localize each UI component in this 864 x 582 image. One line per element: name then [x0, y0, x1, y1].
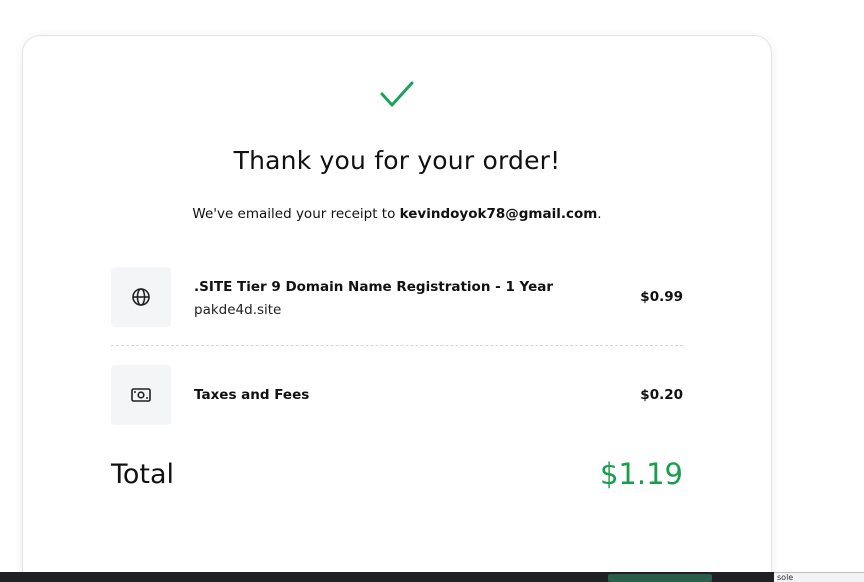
- page-title: Thank you for your order!: [233, 146, 561, 175]
- taskbar: [0, 572, 774, 582]
- item-icon-box: [111, 365, 171, 425]
- devtools-console-tab[interactable]: sole: [774, 572, 864, 582]
- item-title: .SITE Tier 9 Domain Name Registration - …: [194, 279, 553, 295]
- money-icon: [131, 388, 151, 402]
- receipt-email-prefix: We've emailed your receipt to: [192, 206, 400, 222]
- item-price: $0.99: [640, 289, 683, 305]
- divider: [111, 345, 683, 346]
- receipt-email-address: kevindoyok78@gmail.com: [399, 206, 598, 222]
- total-value: $1.19: [599, 457, 683, 491]
- item-title: Taxes and Fees: [194, 387, 310, 403]
- page: Thank you for your order! We've emailed …: [0, 0, 864, 582]
- total-label: Total: [111, 459, 175, 490]
- item-domain: pakde4d.site: [194, 302, 282, 318]
- order-line-item: .SITE Tier 9 Domain Name Registration - …: [111, 267, 683, 327]
- item-icon-box: [111, 267, 171, 327]
- receipt-email-message: We've emailed your receipt to kevindoyok…: [23, 206, 771, 222]
- item-price: $0.20: [640, 387, 683, 403]
- receipt-email-suffix: .: [597, 206, 602, 222]
- taskbar-active-item[interactable]: [608, 574, 712, 582]
- order-confirmation-card: Thank you for your order! We've emailed …: [22, 35, 772, 582]
- order-line-item: Taxes and Fees $0.20: [111, 365, 683, 425]
- globe-icon: [132, 288, 150, 306]
- checkmark-icon: [380, 81, 414, 107]
